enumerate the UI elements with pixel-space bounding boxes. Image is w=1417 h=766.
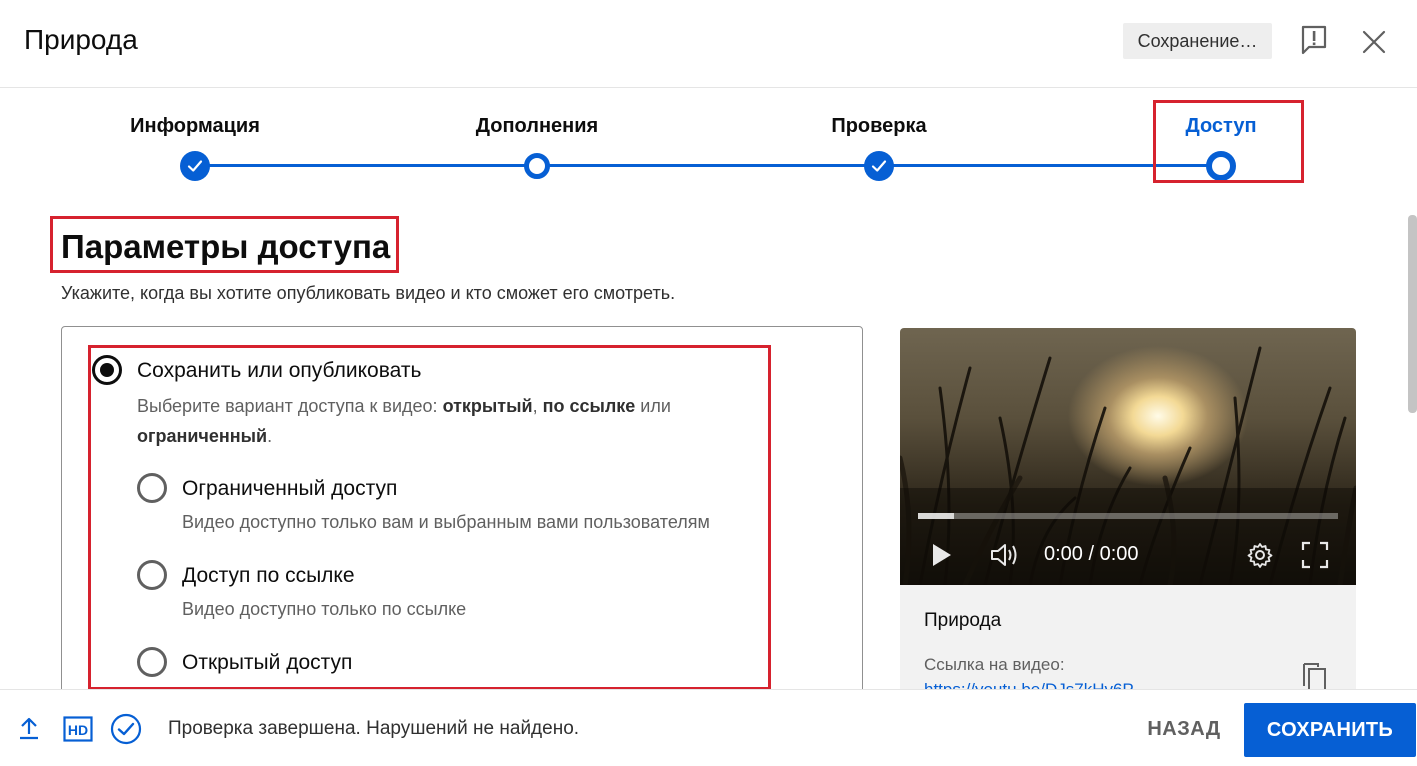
step-info-check-icon — [180, 151, 210, 181]
video-link-label: Ссылка на видео: — [924, 655, 1065, 674]
step-checks-check-icon — [864, 151, 894, 181]
page-scrollbar[interactable] — [1408, 215, 1417, 413]
hd-icon-text: HD — [68, 722, 88, 738]
dialog-footer: HD Проверка завершена. Нарушений не найд… — [0, 689, 1417, 766]
step-elements-ring-icon — [522, 151, 550, 179]
feedback-icon[interactable] — [1296, 22, 1332, 58]
highlight-box-options — [88, 345, 771, 690]
volume-icon[interactable] — [988, 540, 1022, 570]
stepper-line — [195, 164, 1221, 167]
section-subtitle: Укажите, когда вы хотите опубликовать ви… — [61, 283, 676, 303]
step-checks-label: Проверка — [831, 115, 927, 137]
highlight-box-title — [50, 216, 399, 273]
video-player[interactable]: 0:00 / 0:00 — [900, 328, 1356, 585]
hd-icon: HD — [63, 715, 93, 743]
save-button[interactable]: СОХРАНИТЬ — [1244, 703, 1416, 757]
close-icon[interactable] — [1356, 24, 1392, 60]
check-circle-icon — [109, 712, 143, 746]
highlight-box-step — [1153, 100, 1304, 183]
upload-stepper: Информация Дополнения Проверка Доступ — [0, 89, 1417, 199]
checks-status-text: Проверка завершена. Нарушений не найдено… — [168, 718, 580, 739]
video-time: 0:00 / 0:00 — [1044, 543, 1139, 565]
back-button[interactable]: НАЗАД — [1132, 703, 1236, 755]
dialog-title: Природа — [24, 24, 138, 55]
video-preview-panel: 0:00 / 0:00 Природа Ссылка на видео: htt… — [900, 328, 1356, 708]
dialog-header: Природа Сохранение… — [0, 0, 1417, 88]
step-info-label: Информация — [130, 115, 260, 137]
upload-icon — [16, 715, 42, 741]
fullscreen-icon[interactable] — [1300, 540, 1330, 570]
saving-status-chip: Сохранение… — [1123, 23, 1272, 59]
step-elements-label: Дополнения — [475, 115, 599, 137]
settings-icon[interactable] — [1245, 540, 1275, 570]
video-progress-bar[interactable] — [918, 513, 1338, 519]
preview-video-title: Природа — [924, 610, 1002, 631]
play-icon[interactable] — [928, 541, 956, 569]
video-progress-fill — [918, 513, 954, 519]
